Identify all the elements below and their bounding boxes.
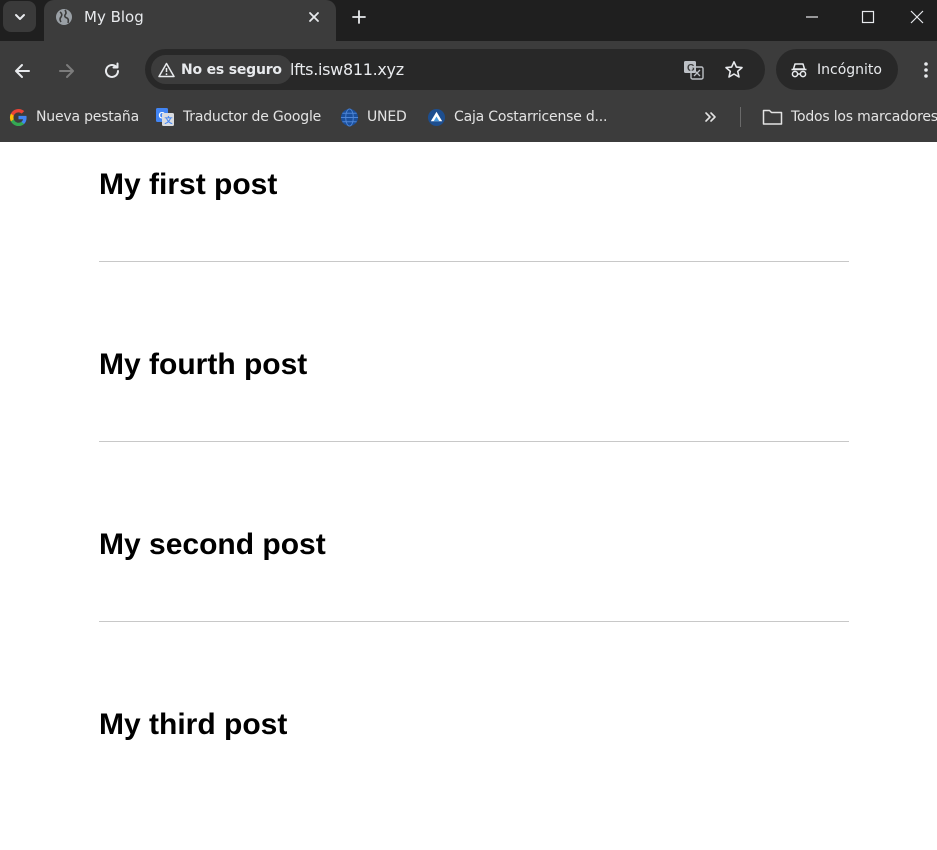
svg-text:文: 文: [165, 115, 174, 125]
active-tab[interactable]: My Blog: [44, 0, 336, 41]
incognito-icon: [791, 62, 807, 77]
maximize-icon: [861, 10, 874, 23]
post-title[interactable]: My third post: [99, 710, 849, 740]
browser-menu-button[interactable]: [916, 55, 936, 85]
close-icon: [910, 10, 923, 23]
post-title[interactable]: My second post: [99, 530, 849, 560]
bookmark-item[interactable]: G 文 Traductor de Google: [155, 106, 321, 128]
more-vertical-icon: [924, 62, 928, 78]
bookmark-item[interactable]: Nueva pestaña: [9, 106, 139, 128]
bookmark-label: Traductor de Google: [183, 109, 322, 125]
close-icon: [309, 12, 319, 22]
minimize-icon: [805, 15, 818, 18]
url-text[interactable]: lfts.isw811.xyz: [290, 60, 404, 79]
reload-icon: [105, 62, 119, 78]
all-bookmarks-label: Todos los marcadores: [791, 109, 937, 125]
post-item: My third post: [99, 710, 849, 740]
post-divider: [99, 441, 849, 442]
incognito-profile-button[interactable]: Incógnito: [776, 49, 898, 90]
star-icon: [725, 61, 743, 78]
post-divider: [99, 261, 849, 262]
ccss-icon: [427, 108, 446, 126]
google-icon: [9, 108, 27, 126]
globe-icon: [56, 9, 72, 25]
post-item: My fourth post: [99, 350, 849, 380]
page-content: My first post My fourth post My second p…: [0, 142, 937, 850]
tab-title: My Blog: [84, 8, 144, 26]
bookmark-label: UNED: [367, 109, 407, 125]
bookmarks-bar: Nueva pestaña G 文 Traductor de Google UN…: [0, 99, 937, 142]
security-label: No es seguro: [181, 61, 282, 78]
translate-icon: G: [684, 61, 704, 80]
address-bar[interactable]: No es seguro lfts.isw811.xyz G: [145, 49, 765, 90]
tab-close-button[interactable]: [302, 6, 326, 28]
toolbar: No es seguro lfts.isw811.xyz G Incógnito: [0, 41, 937, 99]
post-divider: [99, 621, 849, 622]
post-title[interactable]: My first post: [99, 170, 849, 200]
post-title[interactable]: My fourth post: [99, 350, 849, 380]
incognito-label: Incógnito: [817, 61, 882, 78]
reload-button[interactable]: [96, 55, 128, 87]
bookmarks-separator: [740, 107, 741, 127]
arrow-right-icon: [59, 64, 74, 78]
close-window-button[interactable]: [896, 0, 937, 33]
translate-button[interactable]: G: [682, 58, 706, 82]
maximize-button[interactable]: [839, 0, 896, 33]
new-tab-button[interactable]: [345, 5, 373, 29]
back-button[interactable]: [6, 55, 38, 87]
tab-search-button[interactable]: [3, 1, 36, 32]
uned-globe-icon: [340, 107, 359, 127]
bookmark-star-button[interactable]: [722, 58, 746, 82]
folder-icon: [762, 109, 783, 125]
bookmark-label: Caja Costarricense d...: [454, 109, 608, 125]
bookmark-item[interactable]: Caja Costarricense d...: [427, 106, 608, 128]
bookmark-item[interactable]: UNED: [340, 106, 407, 128]
post-item: My first post: [99, 170, 849, 200]
arrow-left-icon: [15, 64, 30, 78]
security-chip[interactable]: No es seguro: [151, 55, 292, 84]
post-item: My second post: [99, 530, 849, 560]
double-chevron-right-icon: [705, 112, 716, 122]
forward-button[interactable]: [51, 55, 83, 87]
all-bookmarks-button[interactable]: Todos los marcadores: [762, 106, 937, 128]
plus-icon: [352, 10, 366, 24]
warning-icon: [158, 62, 175, 77]
more-bookmarks-button[interactable]: [703, 106, 723, 128]
tab-strip: My Blog: [0, 0, 937, 41]
google-translate-icon: G 文: [156, 108, 174, 126]
browser-chrome: My Blog No es seguro lfts.isw811.xyz G I…: [0, 0, 937, 142]
bookmark-label: Nueva pestaña: [36, 109, 139, 125]
minimize-button[interactable]: [783, 0, 840, 33]
chevron-down-icon: [14, 13, 25, 20]
